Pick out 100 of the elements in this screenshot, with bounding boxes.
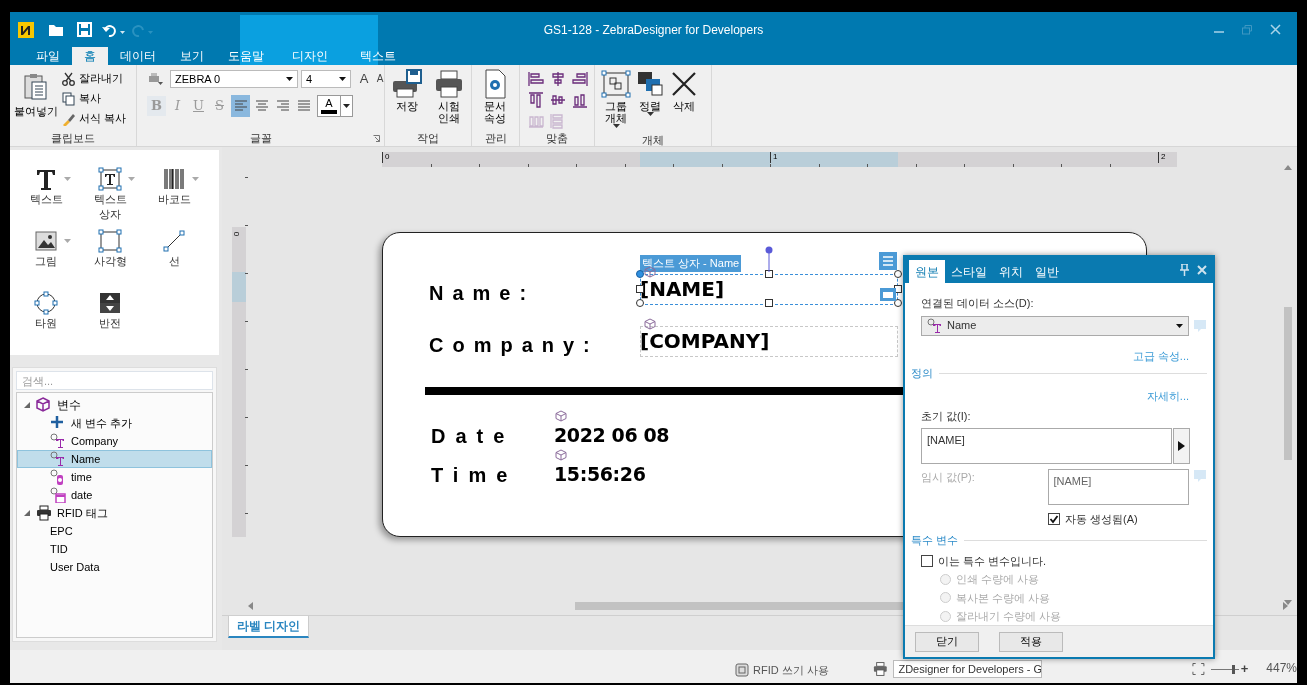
rotate-handle[interactable] bbox=[765, 246, 773, 272]
text-variable-icon bbox=[50, 433, 66, 449]
toolbox-item[interactable]: 그림 bbox=[18, 228, 74, 284]
align-objects-icon[interactable] bbox=[572, 92, 588, 108]
caret-icon bbox=[1176, 323, 1183, 328]
field-label: 초기 값(I): bbox=[921, 409, 972, 424]
app-logo-icon[interactable] bbox=[18, 21, 34, 38]
pin-icon[interactable] bbox=[1180, 264, 1189, 276]
initial-value-field[interactable]: [NAME] bbox=[921, 427, 1172, 464]
scissors-icon bbox=[62, 71, 76, 86]
ribbon-button[interactable]: 문서 속성 bbox=[476, 69, 514, 130]
fit-page-icon[interactable] bbox=[1192, 662, 1206, 676]
design-tab[interactable]: 라벨 디자인 bbox=[228, 616, 310, 638]
resize-handle[interactable] bbox=[765, 270, 773, 278]
dialog-tab[interactable]: 스타일 bbox=[945, 260, 993, 283]
scroll-right-icon[interactable] bbox=[1283, 602, 1288, 610]
field-label: Date bbox=[431, 424, 515, 449]
group-label: 클립보드 bbox=[51, 130, 95, 146]
tree-item[interactable]: 새 변수 추가 bbox=[17, 414, 212, 432]
tree-item[interactable]: date bbox=[17, 486, 212, 504]
toolbox-item[interactable]: 바코드 bbox=[146, 166, 203, 222]
clipboard-command[interactable]: 복사 bbox=[62, 89, 127, 108]
field-value: [NAME] bbox=[640, 277, 725, 301]
data-source-dropdown[interactable]: Name bbox=[921, 315, 1189, 336]
printer-dropdown[interactable]: ZDesigner for Developers - G bbox=[893, 660, 1043, 678]
expanded-icon[interactable] bbox=[24, 510, 30, 516]
shrink-font-button[interactable]: A bbox=[374, 71, 386, 87]
ribbon-button[interactable]: 삭제 bbox=[667, 69, 701, 128]
ribbon-button[interactable]: 저장 bbox=[389, 69, 425, 130]
expanded-icon[interactable] bbox=[24, 402, 30, 408]
group-label: 관리 bbox=[484, 130, 507, 146]
ribbon-tab[interactable]: 보기 bbox=[168, 47, 216, 65]
tree-item[interactable]: 변수 bbox=[17, 396, 212, 414]
toolbox-item[interactable]: 선 bbox=[146, 228, 203, 284]
tree-item[interactable]: User Data bbox=[17, 558, 212, 576]
toolbox-item[interactable]: 텍스트 상자 bbox=[82, 166, 139, 222]
align-objects-icon[interactable] bbox=[572, 71, 588, 87]
font-color-button[interactable]: A bbox=[317, 94, 353, 117]
scroll-down-icon[interactable] bbox=[1284, 600, 1292, 605]
align-objects-icon[interactable] bbox=[528, 92, 544, 108]
rectangle-icon bbox=[97, 229, 122, 253]
dialog-button[interactable]: 적용 bbox=[999, 631, 1063, 652]
calendar-variable-icon bbox=[50, 487, 66, 503]
printer-icon[interactable] bbox=[872, 662, 888, 676]
field-label: 임시 값(P): bbox=[921, 469, 976, 485]
checkbox[interactable]: 이는 특수 변수입니다. bbox=[921, 552, 1207, 569]
tree-item[interactable]: time bbox=[17, 468, 212, 486]
paste-button[interactable]: 붙여넣기 bbox=[14, 69, 58, 130]
brush-icon bbox=[62, 111, 76, 126]
close-icon[interactable] bbox=[1197, 265, 1207, 275]
dialog-tab[interactable]: 위치 bbox=[993, 260, 1029, 283]
folder-icon[interactable] bbox=[48, 22, 64, 37]
align-objects-icon[interactable] bbox=[550, 92, 566, 108]
dialog-launcher-icon[interactable] bbox=[373, 135, 380, 142]
text-align-icon bbox=[276, 100, 289, 111]
printer-icon bbox=[36, 505, 52, 521]
align-button[interactable] bbox=[231, 94, 250, 117]
checkbox[interactable]: 자동 생성됨(A) bbox=[1048, 510, 1207, 527]
tree-item[interactable]: Name bbox=[17, 450, 212, 468]
ribbon-tab[interactable]: 데이터 bbox=[108, 47, 168, 65]
slider-thumb[interactable] bbox=[1231, 665, 1235, 674]
ribbon-button[interactable]: 시험 인쇄 bbox=[431, 69, 467, 130]
align-objects-icon[interactable] bbox=[528, 71, 544, 87]
tree-item[interactable]: EPC bbox=[17, 522, 212, 540]
close-icon[interactable] bbox=[1270, 24, 1281, 35]
toolbox-item[interactable]: 텍스트 bbox=[18, 166, 74, 222]
dialog-tab[interactable]: 일반 bbox=[1029, 260, 1065, 283]
ribbon-button[interactable]: 정렬 bbox=[633, 69, 667, 128]
ribbon-button[interactable]: 그룹 개체 bbox=[599, 69, 633, 128]
variable-cube-icon bbox=[644, 318, 656, 330]
resize-handle[interactable] bbox=[765, 299, 773, 307]
clipboard-command[interactable]: 서식 복사 bbox=[62, 109, 127, 128]
size-dropdown[interactable]: 4 bbox=[301, 69, 351, 88]
caret-icon bbox=[339, 76, 346, 81]
plus-icon bbox=[50, 415, 66, 431]
align-objects-icon[interactable] bbox=[550, 71, 566, 87]
text-box-icon bbox=[97, 167, 122, 191]
vertical-scrollbar[interactable] bbox=[1283, 165, 1293, 605]
clipboard-command[interactable]: 잘라내기 bbox=[62, 69, 127, 88]
search-field[interactable]: 검색... bbox=[16, 371, 213, 390]
undo-icon[interactable] bbox=[102, 22, 126, 37]
zoom-in-button[interactable]: + bbox=[1240, 658, 1249, 678]
ribbon-tab[interactable]: 홈 bbox=[72, 47, 108, 65]
ellipse-icon bbox=[33, 291, 58, 315]
tree-item[interactable]: Company bbox=[17, 432, 212, 450]
dialog-button[interactable]: 닫기 bbox=[915, 631, 979, 652]
tree-item[interactable]: TID bbox=[17, 540, 212, 558]
ribbon-tab[interactable]: 파일 bbox=[24, 47, 72, 65]
field-value: 2022 06 08 bbox=[554, 423, 670, 447]
invert-icon bbox=[97, 291, 122, 315]
tree-item[interactable]: RFID 태그 bbox=[17, 504, 212, 522]
scroll-up-icon[interactable] bbox=[1284, 165, 1292, 170]
toolbox-item[interactable]: 타원 bbox=[18, 290, 74, 346]
font-dropdown[interactable]: ZEBRA 0 bbox=[170, 69, 298, 88]
dialog-tab[interactable]: 원본 bbox=[909, 260, 945, 283]
scroll-left-icon[interactable] bbox=[248, 602, 253, 610]
toolbox-item[interactable]: 반전 bbox=[82, 290, 139, 346]
grow-font-button[interactable]: A bbox=[357, 69, 371, 89]
save-icon[interactable] bbox=[77, 22, 92, 37]
toolbox-item[interactable]: 사각형 bbox=[82, 228, 139, 284]
